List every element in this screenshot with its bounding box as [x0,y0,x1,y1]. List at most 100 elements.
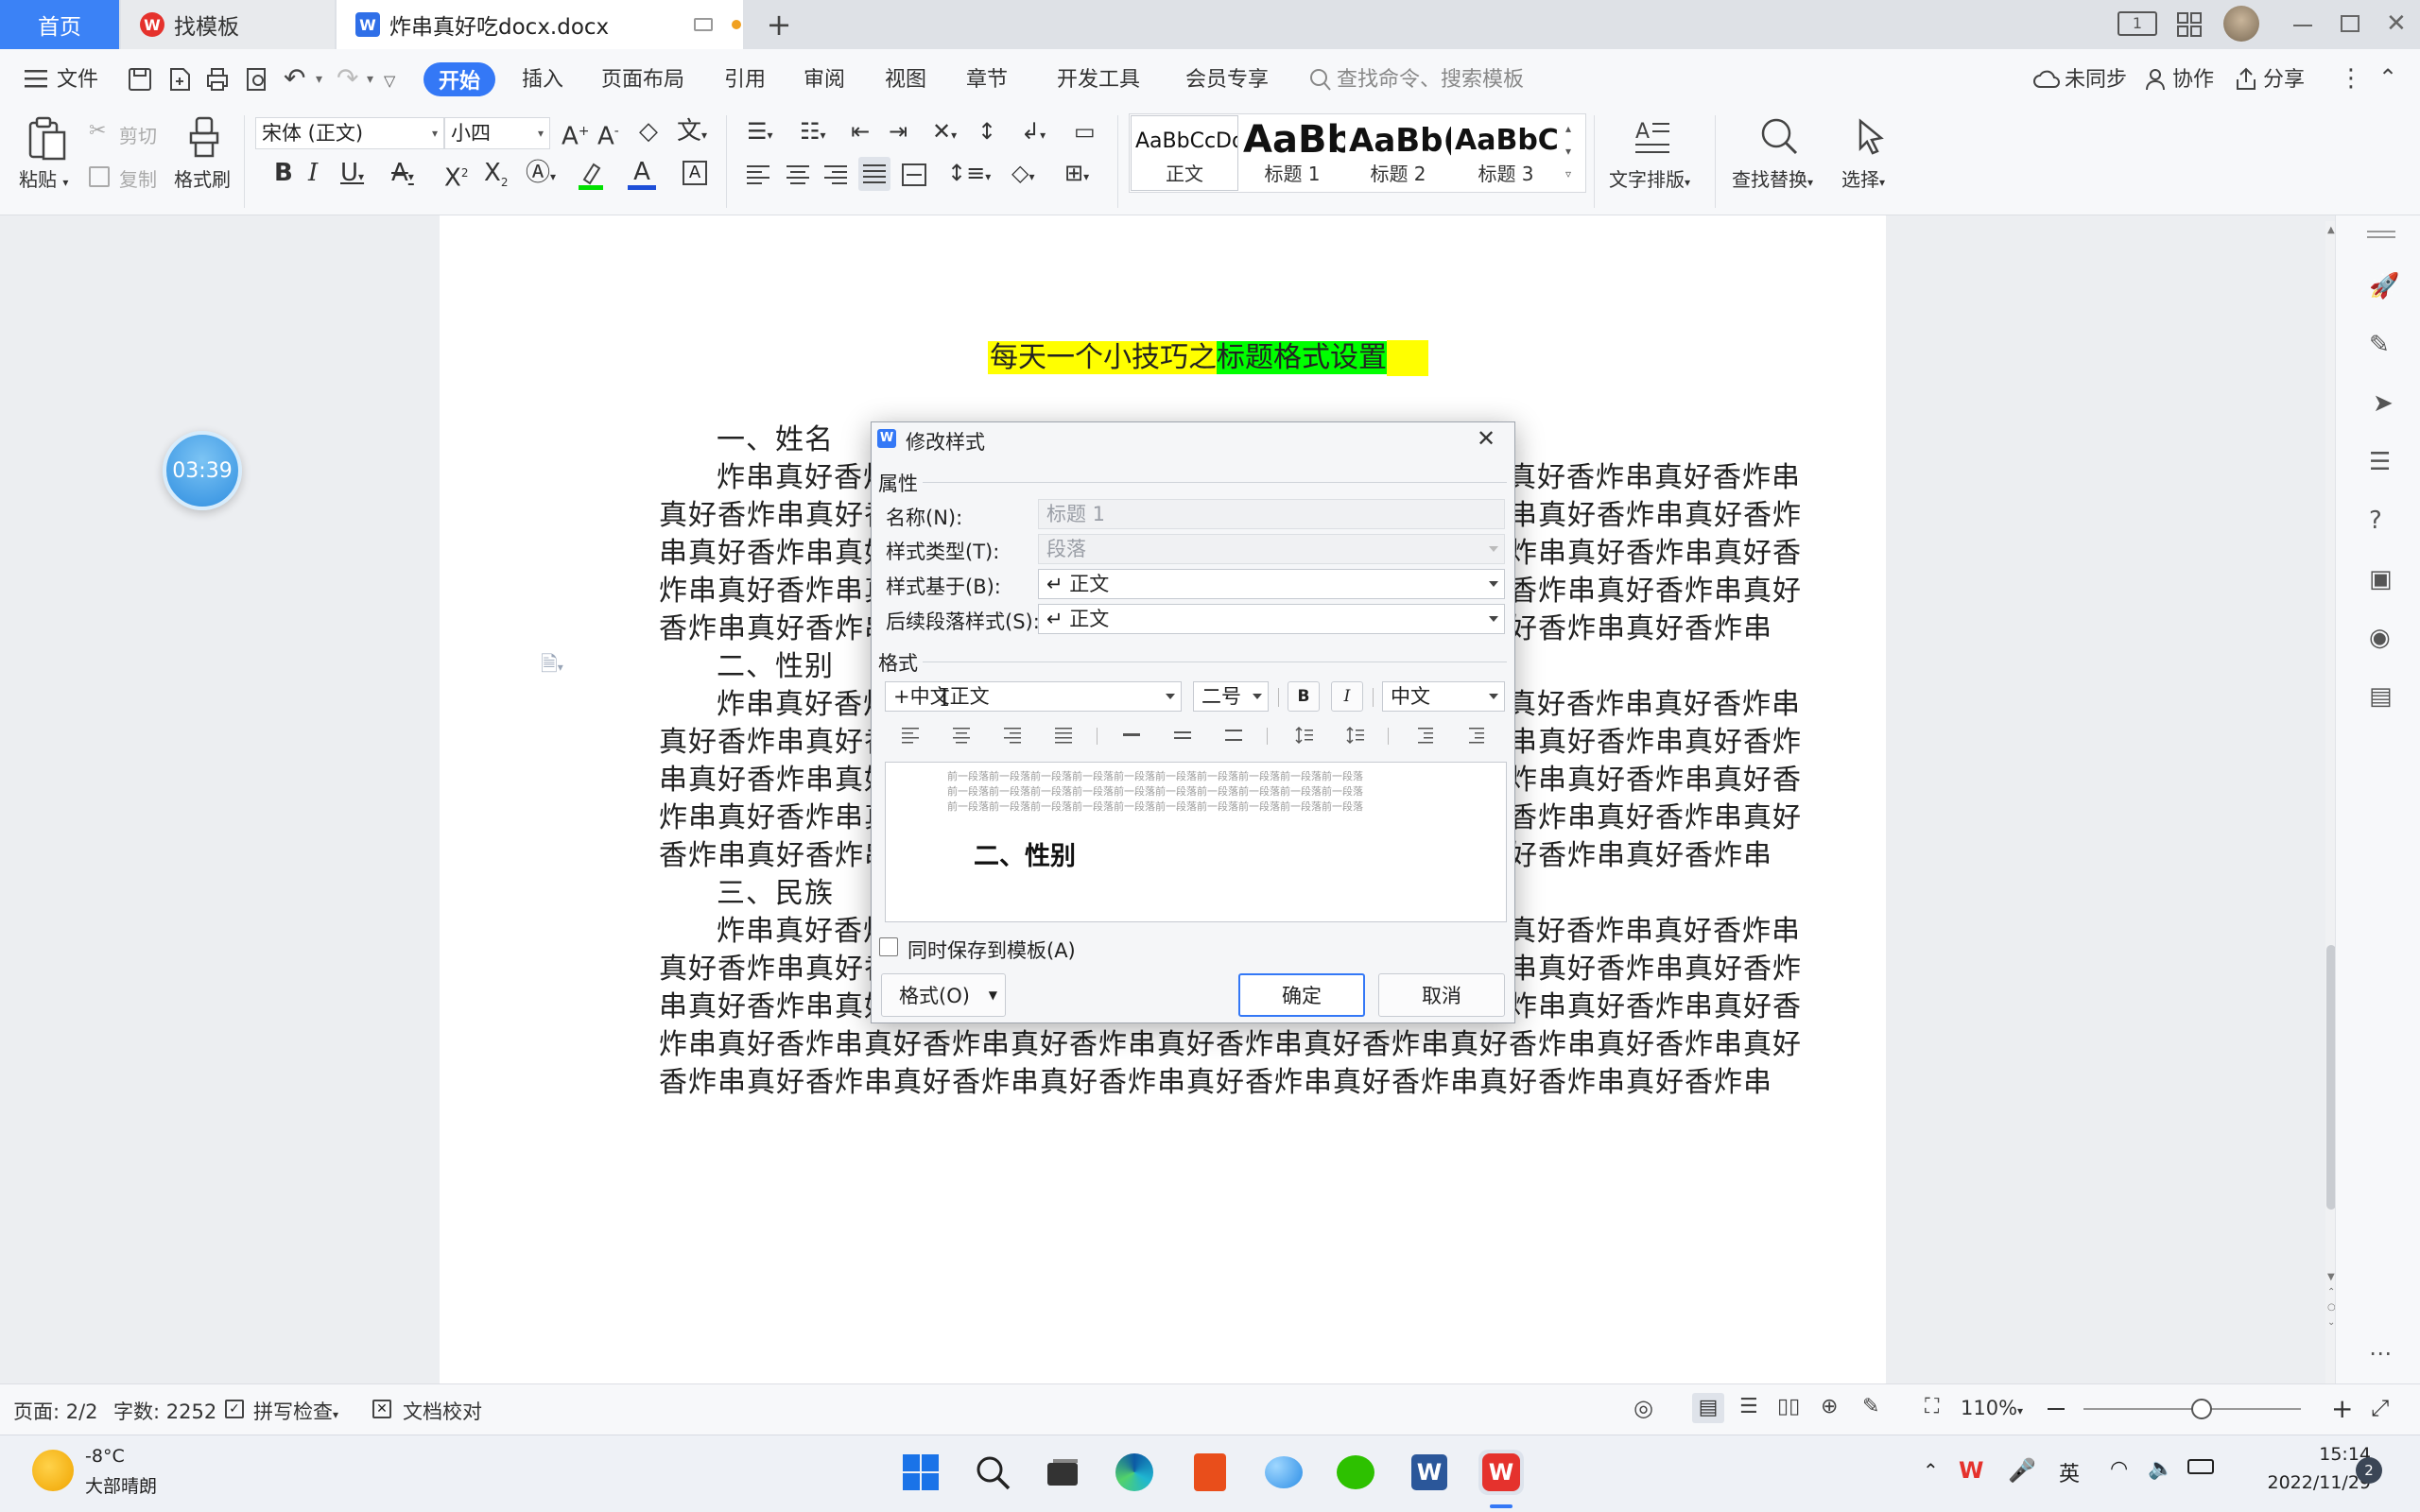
borders-icon[interactable]: ⊞▾ [1064,159,1089,191]
redo-dropdown-icon[interactable]: ▾ [367,72,373,87]
space-after-icon[interactable] [1339,720,1373,750]
single-spacing-icon[interactable] [1115,720,1150,750]
pointer-icon[interactable]: ➤ [2373,389,2394,418]
body-line[interactable]: 香炸串真好香炸串真好香炸串真好香炸串真好香炸串真好香炸串真好香炸串真好香炸串 [659,1058,1772,1100]
style-type-select[interactable]: 段落 [1038,534,1505,564]
word-app-icon[interactable]: W [1407,1450,1452,1495]
clear-format-icon[interactable]: ◇ [639,117,658,146]
proofread-button[interactable]: 文档校对 [403,1397,482,1425]
menu-devtools[interactable]: 开发工具 [1057,66,1140,94]
one-half-spacing-icon[interactable] [1167,720,1201,750]
italic-icon[interactable]: I [308,159,318,187]
bold-toggle[interactable]: B [1288,681,1320,712]
menu-member[interactable]: 会员专享 [1185,66,1269,94]
tab-document[interactable]: W 炸串真好吃docx.docx [337,0,743,49]
text-layout-button[interactable]: 文字排版▾ [1609,164,1690,192]
page-view-icon[interactable]: ▤ [1692,1393,1724,1423]
print-icon[interactable] [204,66,233,94]
export-pdf-icon[interactable] [166,66,195,94]
restore-icon[interactable] [2341,15,2360,32]
font-size-select[interactable]: 小四 ▾ [444,117,550,149]
tab-home[interactable]: 首页 [0,0,119,49]
book-icon[interactable]: ▤ [2369,682,2393,711]
style-gallery-scroll-icon[interactable]: ▴ ▾ ▿ [1565,117,1571,185]
shrink-font-icon[interactable]: A- [597,117,619,151]
heading-name[interactable]: 一、姓名 [717,416,834,457]
microphone-icon[interactable]: 🎤 [2008,1457,2036,1484]
superscript-icon[interactable]: X2 [444,159,468,193]
wifi-icon[interactable]: ◠ [2110,1457,2128,1481]
bold-icon[interactable]: B [274,159,293,187]
undo-icon[interactable]: ↶ [284,62,305,94]
scroll-up-icon[interactable]: ▲ [2327,225,2335,235]
text-effect-icon[interactable]: Ⓐ▾ [526,159,556,191]
undo-dropdown-icon[interactable]: ▾ [316,72,322,87]
zoom-level[interactable]: 110%▾ [1961,1397,2023,1419]
menu-review[interactable]: 审阅 [804,66,845,94]
weather-temperature[interactable]: -8°C [85,1446,125,1467]
menu-chapter[interactable]: 章节 [966,66,1008,94]
compass-icon[interactable]: ◉ [2369,624,2391,652]
notification-badge[interactable]: 2 [2356,1457,2382,1484]
task-view-icon[interactable] [1040,1450,1085,1495]
sort-icon[interactable]: ↕ [977,117,996,146]
menu-reference[interactable]: 引用 [724,66,766,94]
align-left-icon[interactable] [747,163,771,187]
ime-indicator[interactable]: 英 [2059,1457,2080,1487]
sync-status[interactable]: 未同步 [2065,66,2127,94]
web-view-icon[interactable]: ⊕ [1821,1395,1838,1418]
cloud-app-icon[interactable] [1261,1450,1306,1495]
clock-time[interactable]: 15:14 [2267,1444,2371,1465]
hamburger-icon[interactable] [25,68,47,89]
copy-button[interactable]: 复制 [119,164,157,192]
based-on-select[interactable]: ↵ 正文 [1038,569,1505,599]
more-options-icon[interactable]: ⋮ [2339,64,2363,93]
wechat-icon[interactable] [1333,1450,1378,1495]
page-indicator[interactable]: 页面: 2/2 [13,1397,98,1425]
font-name-select[interactable]: 宋体 (正文) ▾ [255,117,444,149]
bullets-icon[interactable]: ☰▾ [747,117,773,149]
paste-button[interactable]: 粘贴 ▾ [19,164,68,192]
style-normal[interactable]: AaBbCcDd 正文 [1131,115,1238,191]
align-center-icon[interactable] [786,163,811,187]
select-button[interactable]: 选择▾ [1841,164,1885,192]
outline-view-icon[interactable]: ☰ [1739,1395,1758,1418]
para-justify-icon[interactable] [1047,720,1081,750]
menu-view[interactable]: 视图 [885,66,926,94]
more-tools-icon[interactable]: ⋯ [2369,1340,2392,1366]
screen-icon[interactable] [694,18,714,31]
size-select[interactable]: 二号 [1193,681,1269,712]
command-search-input[interactable]: 查找命令、搜索模板 [1337,66,1524,94]
zoom-in-icon[interactable]: + [2331,1393,2353,1424]
office-icon[interactable] [1187,1450,1233,1495]
format-menu-button[interactable]: 格式(O) ▼ [881,973,1006,1017]
document-title[interactable]: 每天一个小技巧之标题格式设置 [988,340,1428,376]
collab-button[interactable]: 协作 [2172,66,2214,94]
heading-ethnicity[interactable]: 三、民族 [717,869,834,911]
window-mode-icon[interactable]: 1 [2118,11,2157,36]
tab-templates[interactable]: W 找模板 [121,0,335,49]
taskbar-search-icon[interactable] [970,1450,1015,1495]
floating-timer[interactable]: 03:39 [163,431,242,510]
fit-page-icon[interactable]: ⛶ [1925,1395,1939,1418]
increase-indent-icon[interactable]: ⇥ [889,117,908,146]
save-template-checkbox[interactable] [879,937,898,956]
tray-wps-icon[interactable]: W [1959,1457,1983,1484]
word-count[interactable]: 字数: 2252 [113,1397,216,1425]
font-select[interactable]: +中文正文 [885,681,1182,712]
outdent-icon[interactable] [1409,720,1443,750]
reading-view-icon[interactable]: ▯▯ [1777,1395,1800,1418]
minimize-icon[interactable] [2293,25,2312,26]
distribute-icon[interactable] [902,163,926,187]
volume-icon[interactable]: 🔈 [2148,1457,2173,1481]
find-replace-button[interactable]: 查找替换▾ [1732,164,1813,192]
paragraph-marker-icon[interactable]: 🗎▾ [541,648,563,684]
weather-condition[interactable]: 大部晴朗 [85,1472,157,1498]
apps-grid-icon[interactable] [2176,11,2203,38]
weather-sun-icon[interactable] [32,1450,74,1491]
ruler-icon[interactable]: ▭ [1074,117,1096,146]
zoom-out-icon[interactable] [2048,1408,2065,1410]
tray-expand-icon[interactable]: ⌃ [1923,1459,1939,1482]
style-heading-2[interactable]: AaBb(标题 2 [1344,115,1452,191]
wps-app-icon[interactable]: W [1478,1450,1524,1495]
